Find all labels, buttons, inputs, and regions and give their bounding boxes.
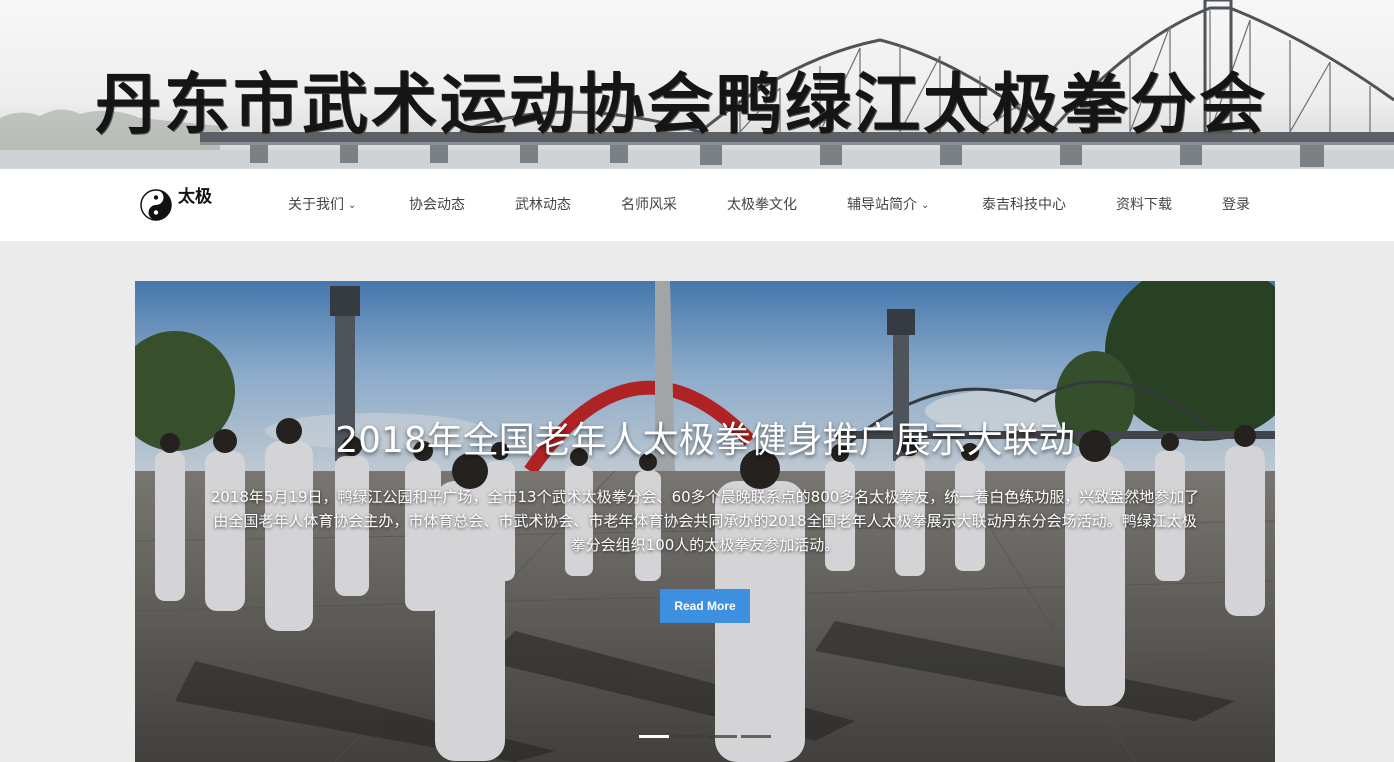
nav-item-stations[interactable]: 辅导站简介 ⌄ [847, 194, 929, 216]
nav-item-label: 辅导站简介 [847, 197, 917, 213]
nav-item-masters[interactable]: 名师风采 [621, 194, 677, 216]
nav-item-label: 名师风采 [621, 197, 677, 213]
slide-description: 2018年5月19日，鸭绿江公园和平广场，全市13个武术太极拳分会、60多个晨晚… [210, 488, 1200, 554]
slider-dot-3[interactable] [707, 735, 737, 738]
nav-item-association-news[interactable]: 协会动态 [409, 194, 465, 216]
read-more-button[interactable]: Read More [660, 589, 750, 623]
nav-item-about[interactable]: 关于我们 ⌄ [288, 194, 356, 216]
logo-calligraphy: 太极 [178, 187, 212, 207]
main-navbar: 太极 关于我们 ⌄ 协会动态 武林动态 名师风采 太极拳文化 辅导站简介 ⌄ 泰吉科… [0, 168, 1394, 241]
nav-item-martial-news[interactable]: 武林动态 [515, 194, 571, 216]
nav-item-label: 登录 [1222, 197, 1250, 213]
header-banner: 丹东市武术运动协会鸭绿江太极拳分会 [0, 0, 1394, 168]
nav-item-tech-center[interactable]: 泰吉科技中心 [982, 194, 1066, 216]
slider-dot-4[interactable] [741, 735, 771, 738]
nav-item-label: 协会动态 [409, 197, 465, 213]
chevron-down-icon: ⌄ [921, 200, 930, 211]
nav-item-login[interactable]: 登录 [1222, 194, 1250, 216]
nav-item-downloads[interactable]: 资料下载 [1116, 194, 1172, 216]
yin-yang-icon [140, 189, 172, 221]
nav-item-taichi-culture[interactable]: 太极拳文化 [727, 194, 797, 216]
slider-pagination [639, 735, 771, 739]
hero-slider: 2018年全国老年人太极拳健身推广展示大联动 2018年5月19日，鸭绿江公园和… [135, 281, 1275, 762]
nav-item-label: 关于我们 [288, 197, 344, 213]
site-title: 丹东市武术运动协会鸭绿江太极拳分会 [95, 65, 1268, 143]
nav-item-label: 泰吉科技中心 [982, 197, 1066, 213]
slider-dot-2[interactable] [673, 735, 703, 738]
slider-dot-1[interactable] [639, 735, 669, 738]
nav-item-label: 武林动态 [515, 197, 571, 213]
nav-item-label: 太极拳文化 [727, 197, 797, 213]
chevron-down-icon: ⌄ [348, 200, 357, 211]
slide-title: 2018年全国老年人太极拳健身推广展示大联动 [335, 420, 1075, 461]
site-logo[interactable]: 太极 [140, 185, 212, 227]
nav-item-label: 资料下载 [1116, 197, 1172, 213]
